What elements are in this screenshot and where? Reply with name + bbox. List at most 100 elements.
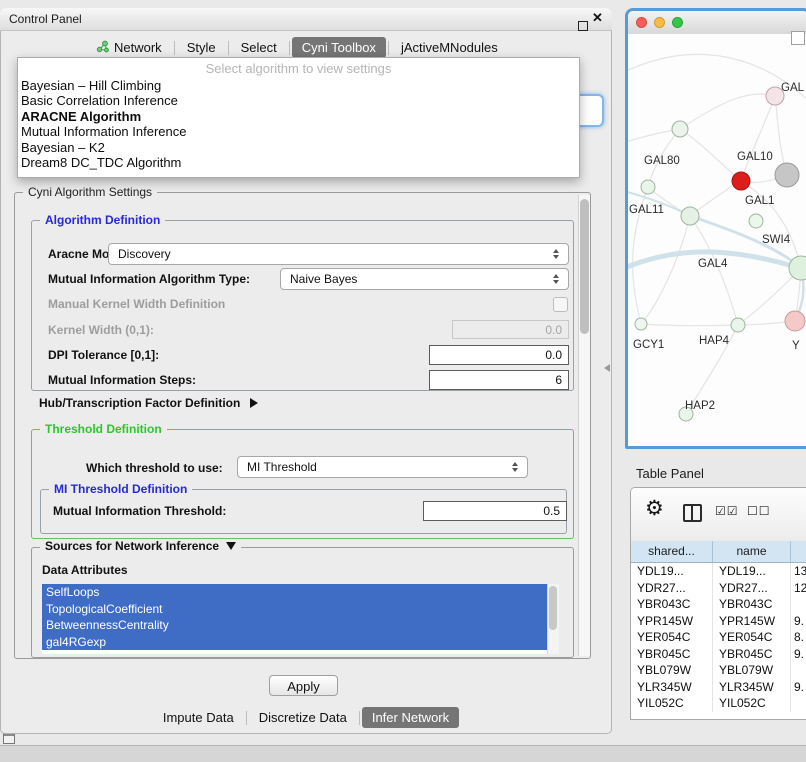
scrollbar-thumb[interactable] xyxy=(580,199,589,334)
gear-icon[interactable]: ⚙ xyxy=(645,496,664,521)
table-cell: YBR043C xyxy=(713,596,791,613)
tab-style[interactable]: Style xyxy=(177,37,226,58)
network-node-label: SWI4 xyxy=(762,234,791,246)
mi-threshold-input[interactable] xyxy=(423,501,567,521)
table-row[interactable]: YBL079WYBL079W xyxy=(631,662,806,679)
network-node[interactable] xyxy=(775,163,799,187)
close-icon[interactable]: ✕ xyxy=(592,10,603,26)
tab-network[interactable]: Network xyxy=(86,37,172,59)
minimize-traffic-light[interactable] xyxy=(654,17,665,28)
tab-label: Network xyxy=(114,40,162,55)
manual-kernel-label: Manual Kernel Width Definition xyxy=(48,297,225,311)
settings-scrollbar[interactable] xyxy=(578,195,590,656)
data-attributes-list[interactable]: SelfLoopsTopologicalCoefficientBetweenne… xyxy=(42,584,547,654)
table-row[interactable]: YLR345WYLR345W9. xyxy=(631,679,806,696)
attribute-item[interactable]: TopologicalCoefficient xyxy=(42,601,547,618)
aracne-mode-combo[interactable]: Discovery xyxy=(108,243,569,265)
tab-select[interactable]: Select xyxy=(231,37,287,58)
attribute-item[interactable]: SelfLoops xyxy=(42,584,547,601)
table-cell: YDR27... xyxy=(713,580,791,597)
network-canvas[interactable]: GALGAL80GAL10GAL11GAL1SWI4GAL4GCY1HAP4HA… xyxy=(628,34,806,446)
tab-jactivemnodules[interactable]: jActiveMNodules xyxy=(391,37,508,58)
tab-impute-data[interactable]: Impute Data xyxy=(153,707,244,728)
tab-infer-network[interactable]: Infer Network xyxy=(362,707,459,728)
table-row[interactable]: YIL052CYIL052C xyxy=(631,695,806,712)
algorithm-option[interactable]: Dream8 DC_TDC Algorithm xyxy=(18,155,579,170)
column-selector-icon[interactable] xyxy=(683,504,702,522)
control-panel-titlebar[interactable]: Control Panel ✕ xyxy=(0,8,612,31)
table-row[interactable]: YER054CYER054C8. xyxy=(631,629,806,646)
table-row[interactable]: YBR045CYBR045C9. xyxy=(631,646,806,663)
algorithm-options: Bayesian – Hill ClimbingBasic Correlatio… xyxy=(18,78,579,170)
table-cell: YBR043C xyxy=(631,596,713,613)
column-header[interactable]: shared... xyxy=(631,541,713,562)
table-row[interactable]: YPR145WYPR145W9. xyxy=(631,613,806,630)
table-cell: YPR145W xyxy=(631,613,713,630)
dpi-tolerance-label: DPI Tolerance [0,1]: xyxy=(48,348,159,362)
network-window-titlebar[interactable] xyxy=(628,11,806,35)
hub-definition-label: Hub/Transcription Factor Definition xyxy=(39,396,240,410)
table-row[interactable]: YDL19...YDL19...13 xyxy=(631,563,806,580)
table-cell xyxy=(791,596,806,613)
algorithm-option[interactable]: ARACNE Algorithm xyxy=(18,109,579,124)
hub-definition-toggle[interactable]: Hub/Transcription Factor Definition xyxy=(39,396,258,410)
table-cell: 9. xyxy=(791,646,806,663)
deselect-all-icon[interactable]: ☐☐ xyxy=(747,504,771,518)
column-header[interactable]: name xyxy=(713,541,791,562)
algorithm-option[interactable]: Basic Correlation Inference xyxy=(18,93,579,108)
network-node[interactable] xyxy=(785,311,805,331)
table-cell: YBR045C xyxy=(631,646,713,663)
combo-stepper-icon xyxy=(507,462,522,472)
network-node-label: GAL1 xyxy=(745,195,774,207)
network-node[interactable] xyxy=(641,180,655,194)
combo-stepper-icon xyxy=(548,249,563,259)
network-node[interactable] xyxy=(635,318,647,330)
manual-kernel-checkbox[interactable] xyxy=(553,297,568,312)
tab-cyni-toolbox[interactable]: Cyni Toolbox xyxy=(292,37,386,58)
scrollbar-thumb[interactable] xyxy=(549,586,557,630)
float-window-icon[interactable] xyxy=(578,21,588,31)
network-node[interactable] xyxy=(749,214,763,228)
zoom-traffic-light[interactable] xyxy=(672,17,683,28)
algorithm-option[interactable]: Bayesian – Hill Climbing xyxy=(18,78,579,93)
attributes-scrollbar[interactable] xyxy=(547,584,559,654)
tab-label: jActiveMNodules xyxy=(401,40,498,55)
mi-type-combo[interactable]: Naive Bayes xyxy=(280,268,569,290)
network-node[interactable] xyxy=(732,172,750,190)
mi-type-value: Naive Bayes xyxy=(281,272,548,286)
which-threshold-combo[interactable]: MI Threshold xyxy=(237,456,528,478)
select-all-icon[interactable]: ☑☑ xyxy=(715,504,739,518)
tab-label: Style xyxy=(187,40,216,55)
table-row[interactable]: YDR27...YDR27...12 xyxy=(631,580,806,597)
data-attributes-label: Data Attributes xyxy=(42,563,128,577)
sources-toggle[interactable]: Sources for Network Inference xyxy=(40,539,241,553)
threshold-definition-title: Threshold Definition xyxy=(40,422,167,436)
column-header[interactable] xyxy=(791,541,806,562)
apply-button[interactable]: Apply xyxy=(269,675,338,696)
table-row[interactable]: YBR043CYBR043C xyxy=(631,596,806,613)
attribute-item[interactable]: BetweennessCentrality xyxy=(42,617,547,634)
algorithm-option[interactable]: Mutual Information Inference xyxy=(18,124,579,139)
table-cell: YBL079W xyxy=(631,662,713,679)
panel-splitter-arrow[interactable] xyxy=(604,364,610,372)
tab-separator xyxy=(174,41,175,55)
network-node[interactable] xyxy=(681,207,699,225)
mi-steps-input[interactable] xyxy=(429,370,569,390)
table-cell: YIL052C xyxy=(713,695,791,712)
collapse-down-icon[interactable] xyxy=(226,542,236,550)
table-body[interactable]: YDL19...YDL19...13YDR27...YDR27...12YBR0… xyxy=(631,563,806,719)
table-cell: YBL079W xyxy=(713,662,791,679)
close-traffic-light[interactable] xyxy=(636,17,647,28)
dpi-tolerance-input[interactable] xyxy=(429,345,569,365)
mi-threshold-title: MI Threshold Definition xyxy=(49,482,192,496)
tab-discretize-data[interactable]: Discretize Data xyxy=(249,707,357,728)
algorithm-option[interactable]: Bayesian – K2 xyxy=(18,140,579,155)
network-node[interactable] xyxy=(731,318,745,332)
network-node[interactable] xyxy=(672,121,688,137)
table-toolbar: ⚙ ☑☑ ☐☐ xyxy=(631,488,806,542)
network-node-label: GAL10 xyxy=(737,151,773,163)
attribute-item[interactable]: gal4RGexp xyxy=(42,634,547,651)
tab-separator xyxy=(289,41,290,55)
expand-right-icon[interactable] xyxy=(250,398,258,408)
cyni-algorithm-settings-group: Cyni Algorithm Settings Algorithm Defini… xyxy=(14,192,591,659)
